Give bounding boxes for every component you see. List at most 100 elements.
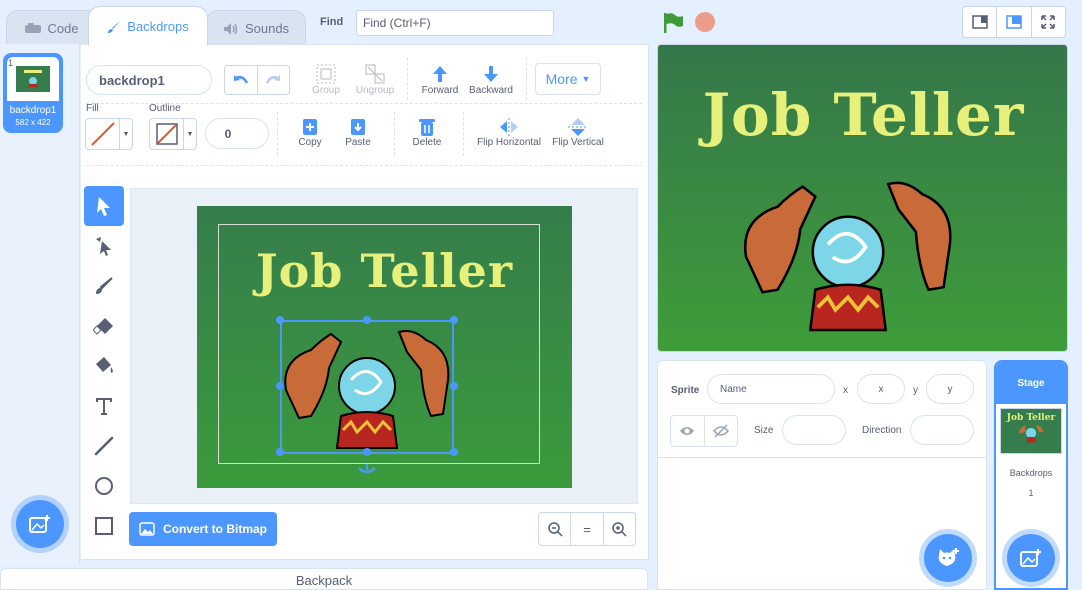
eraser-tool[interactable] (84, 306, 124, 346)
sprite-name-input[interactable]: Name (707, 374, 835, 404)
circle-tool[interactable] (84, 466, 124, 506)
stage-thumbnail-title: Job Teller (1006, 413, 1056, 423)
caret-down-icon: ▼ (186, 130, 194, 138)
paintbrush-icon (96, 277, 113, 294)
resize-handle[interactable] (450, 448, 458, 456)
more-button[interactable]: More ▼ (535, 63, 601, 95)
resize-handle[interactable] (450, 316, 458, 324)
choose-stage-backdrop-button[interactable] (1007, 534, 1055, 582)
show-button[interactable] (671, 416, 705, 446)
stage-thumbnail-crystal-ball (1018, 424, 1044, 443)
add-image-icon (29, 515, 50, 533)
stage-backdrop-thumbnail[interactable]: Job Teller (1000, 408, 1062, 454)
undo-redo-group (224, 65, 290, 95)
ungroup-button[interactable]: Ungroup (352, 63, 398, 96)
small-stage-button[interactable] (963, 7, 998, 37)
backdrop-item[interactable]: 1 backdrop1 582 x 422 (3, 53, 63, 133)
line-icon (94, 436, 114, 456)
stop-icon[interactable] (695, 12, 715, 32)
zoom-out-button[interactable] (539, 513, 572, 545)
text-tool[interactable] (84, 386, 124, 426)
flip-horizontal-button[interactable]: Flip Horizontal (476, 117, 542, 148)
paste-button[interactable]: Paste (340, 117, 376, 148)
stage-crystal-ball (744, 181, 952, 332)
resize-handle[interactable] (363, 448, 371, 456)
rotate-handle-icon[interactable] (357, 464, 377, 476)
reshape-icon (96, 237, 111, 256)
backpack-bar[interactable]: Backpack (0, 568, 648, 590)
backdrop-name: backdrop1 (9, 105, 57, 116)
redo-button[interactable] (258, 66, 290, 94)
backward-button[interactable]: Backward (467, 63, 515, 96)
fill-label: Fill (86, 103, 99, 114)
visibility-toggle (670, 415, 738, 447)
toolbar-separator (463, 112, 464, 156)
speaker-icon (223, 22, 238, 35)
y-input[interactable]: y (926, 374, 974, 404)
backdrop-index: 1 (8, 58, 14, 68)
zoom-reset-button[interactable]: = (571, 513, 604, 545)
tab-sounds[interactable]: Sounds (206, 10, 306, 46)
eraser-icon (93, 318, 113, 335)
backdrop-artwork[interactable]: Job Teller (197, 206, 572, 488)
outline-color-picker[interactable]: ▼ (149, 118, 197, 150)
no-outline-icon (155, 123, 178, 145)
zoom-in-button[interactable] (604, 513, 635, 545)
forward-label: Forward (421, 85, 459, 96)
rectangle-tool[interactable] (84, 506, 124, 546)
backdrop-name-field[interactable]: backdrop1 (86, 65, 212, 95)
undo-button[interactable] (225, 66, 258, 94)
reshape-tool[interactable] (84, 226, 124, 266)
paste-label: Paste (345, 137, 371, 148)
paste-icon (351, 119, 365, 135)
convert-to-bitmap-button[interactable]: Convert to Bitmap (129, 512, 277, 546)
selection-box[interactable] (280, 320, 454, 454)
rectangle-icon (95, 517, 113, 535)
tool-palette (84, 186, 126, 546)
group-button[interactable]: Group (308, 63, 344, 96)
group-icon (316, 64, 336, 84)
fill-color-picker[interactable]: ▼ (85, 118, 133, 150)
backdrop-thumbnail (7, 57, 59, 101)
choose-sprite-button[interactable] (924, 534, 972, 582)
resize-handle[interactable] (276, 316, 284, 324)
redo-icon (266, 75, 281, 84)
resize-handle[interactable] (276, 382, 284, 390)
copy-label: Copy (298, 137, 322, 148)
zoom-controls: = (538, 512, 636, 546)
hide-button[interactable] (705, 416, 738, 446)
find-label: Find (320, 16, 344, 28)
outline-width-input[interactable]: 0 (205, 118, 269, 149)
toolbar-separator (526, 58, 527, 100)
flip-vertical-button[interactable]: Flip Vertical (550, 117, 606, 148)
brush-icon (108, 20, 121, 33)
tab-code[interactable]: Code (6, 10, 98, 46)
arrow-down-icon (484, 66, 498, 82)
select-tool[interactable] (84, 186, 124, 226)
fill-tool[interactable] (84, 346, 124, 386)
fullscreen-button[interactable] (1032, 7, 1065, 37)
size-input[interactable] (782, 415, 846, 445)
job-teller-title: Job Teller (255, 244, 514, 298)
sprite-info-panel: Sprite Name x x y y Size Direction (657, 360, 987, 458)
forward-button[interactable]: Forward (418, 63, 462, 96)
copy-button[interactable]: Copy (292, 117, 328, 148)
direction-input[interactable] (910, 415, 974, 445)
choose-backdrop-button[interactable] (16, 500, 64, 548)
x-input[interactable]: x (857, 374, 905, 404)
resize-handle[interactable] (363, 316, 371, 324)
tab-backdrops[interactable]: Backdrops (88, 6, 208, 46)
tab-code-label: Code (47, 21, 79, 36)
stage[interactable]: Job Teller (657, 44, 1068, 352)
cat-add-icon (938, 548, 959, 566)
flip-vertical-label: Flip Vertical (552, 137, 604, 148)
large-stage-button[interactable] (997, 7, 1032, 37)
green-flag-icon[interactable] (662, 12, 684, 34)
line-tool[interactable] (84, 426, 124, 466)
resize-handle[interactable] (450, 382, 458, 390)
brush-tool[interactable] (84, 266, 124, 306)
ungroup-label: Ungroup (355, 85, 395, 96)
delete-button[interactable]: Delete (408, 117, 446, 148)
find-input[interactable]: Find (Ctrl+F) (356, 10, 554, 36)
resize-handle[interactable] (276, 448, 284, 456)
